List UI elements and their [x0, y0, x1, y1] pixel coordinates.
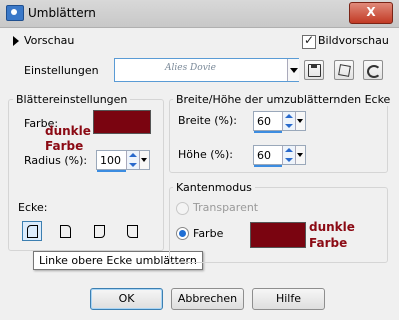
height-spin-arrows-icon[interactable] — [282, 146, 295, 164]
preview-checkbox[interactable] — [302, 33, 316, 49]
edge-mode-title: Kantenmodus — [173, 181, 255, 194]
width-spin-arrows-icon[interactable] — [282, 112, 295, 130]
app-icon — [6, 5, 24, 21]
radius-spin-arrows-icon[interactable] — [126, 151, 139, 169]
radius-slider[interactable] — [97, 170, 126, 172]
cancel-button[interactable]: Abbrechen — [171, 288, 244, 310]
sheet-color-swatch[interactable] — [93, 110, 151, 134]
settings-label: Einstellungen — [24, 64, 99, 77]
settings-value: Alies Dovie — [165, 63, 216, 73]
close-button[interactable]: X — [349, 2, 393, 24]
corner-size-title: Breite/Höhe der umzublätternden Ecke — [173, 93, 394, 106]
title-bar: Umblättern X — [0, 0, 399, 28]
expand-arrow-icon[interactable] — [13, 36, 19, 46]
width-spinner[interactable]: 60 — [253, 111, 306, 133]
preview-toggle[interactable]: Vorschau — [24, 34, 74, 47]
width-label: Breite (%): — [178, 114, 237, 127]
radius-spinner[interactable]: 100 — [96, 150, 150, 172]
corner-top-right-button[interactable] — [55, 221, 75, 241]
corner-top-left-button[interactable] — [22, 221, 42, 241]
edge-color-label: Farbe — [193, 227, 224, 240]
height-spinner[interactable]: 60 — [253, 145, 306, 167]
settings-dropdown[interactable]: Alies Dovie — [114, 58, 299, 82]
height-slider[interactable] — [254, 165, 282, 167]
edge-color-note-1: dunkle — [309, 220, 355, 234]
preview-checkbox-label: Bildvorschau — [318, 34, 389, 47]
randomize-icon[interactable] — [334, 60, 354, 80]
edge-color-swatch[interactable] — [250, 222, 306, 248]
corner-bottom-right-button[interactable] — [89, 221, 109, 241]
transparent-radio[interactable] — [176, 202, 189, 215]
sheet-settings-title: Blättereinstellungen — [13, 93, 131, 106]
save-preset-icon[interactable] — [304, 60, 324, 80]
height-value: 60 — [257, 149, 271, 162]
corner-bottom-left-button[interactable] — [122, 221, 142, 241]
window-title: Umblättern — [28, 6, 96, 20]
dropdown-arrow-icon[interactable] — [287, 59, 299, 81]
height-dropdown-icon[interactable] — [295, 146, 305, 164]
edge-color-note-2: Farbe — [309, 236, 348, 250]
corner-label: Ecke: — [18, 201, 48, 214]
help-button[interactable]: Hilfe — [252, 288, 325, 310]
radius-dropdown-icon[interactable] — [139, 151, 149, 169]
radius-value: 100 — [100, 154, 121, 167]
edge-color-radio[interactable] — [176, 227, 189, 240]
width-value: 60 — [257, 115, 271, 128]
radius-label: Radius (%): — [24, 154, 88, 167]
height-label: Höhe (%): — [178, 148, 233, 161]
width-slider[interactable] — [254, 131, 282, 133]
ok-button[interactable]: OK — [90, 288, 163, 310]
sheet-color-note-1: dunkle — [45, 124, 91, 138]
transparent-label: Transparent — [193, 201, 259, 214]
width-dropdown-icon[interactable] — [295, 112, 305, 130]
sheet-color-note-2: Farbe — [45, 139, 84, 153]
reset-icon[interactable] — [363, 60, 383, 80]
